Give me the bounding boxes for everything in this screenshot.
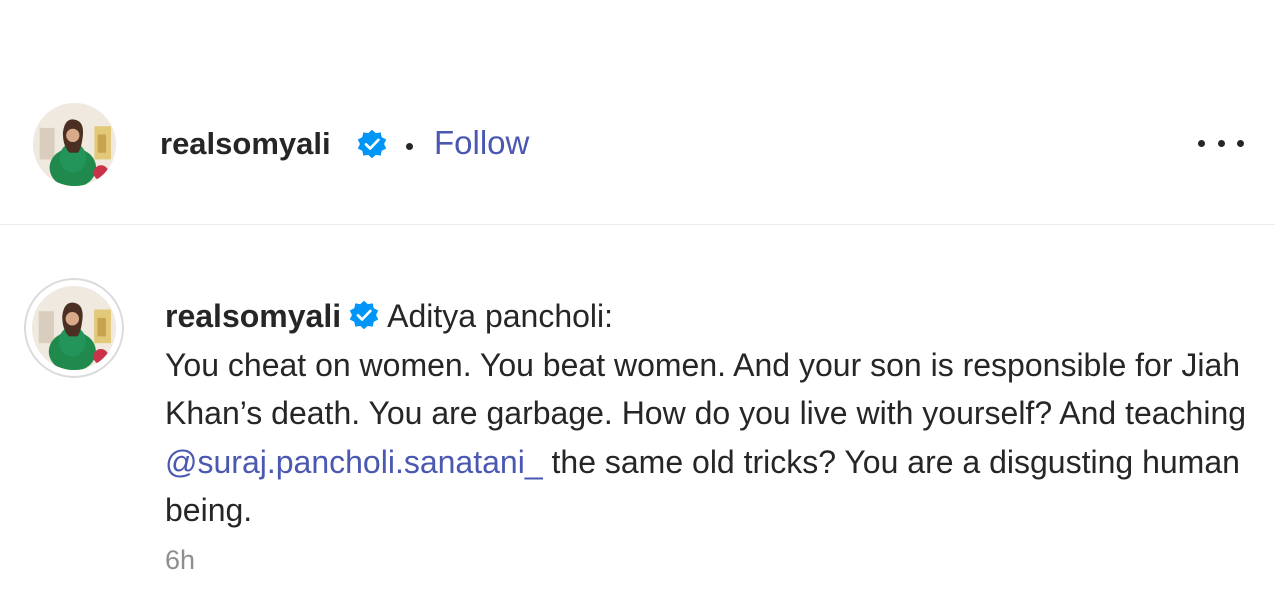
follow-button[interactable]: Follow [434, 124, 529, 162]
mention-link[interactable]: @suraj.pancholi.sanatani_ [165, 444, 543, 480]
avatar-image [33, 103, 116, 186]
verified-badge-icon [349, 300, 379, 330]
more-horizontal-icon [1198, 139, 1205, 147]
more-options-button[interactable] [1198, 128, 1244, 158]
avatar-image [32, 286, 116, 370]
comment-first-line: Aditya pancholi: [387, 298, 614, 334]
separator-dot [406, 143, 413, 150]
comment-username[interactable]: realsomyali [165, 298, 341, 334]
comment-body-text: You cheat on women. You beat women. And … [165, 346, 1247, 432]
header-avatar[interactable] [33, 103, 116, 186]
comment-timestamp[interactable]: 6h [165, 545, 195, 576]
comment-caption: realsomyali Aditya pancholi: You cheat o… [165, 292, 1265, 535]
comment-avatar[interactable] [32, 286, 116, 370]
verified-badge-icon [357, 129, 387, 159]
header-username[interactable]: realsomyali [160, 126, 331, 162]
